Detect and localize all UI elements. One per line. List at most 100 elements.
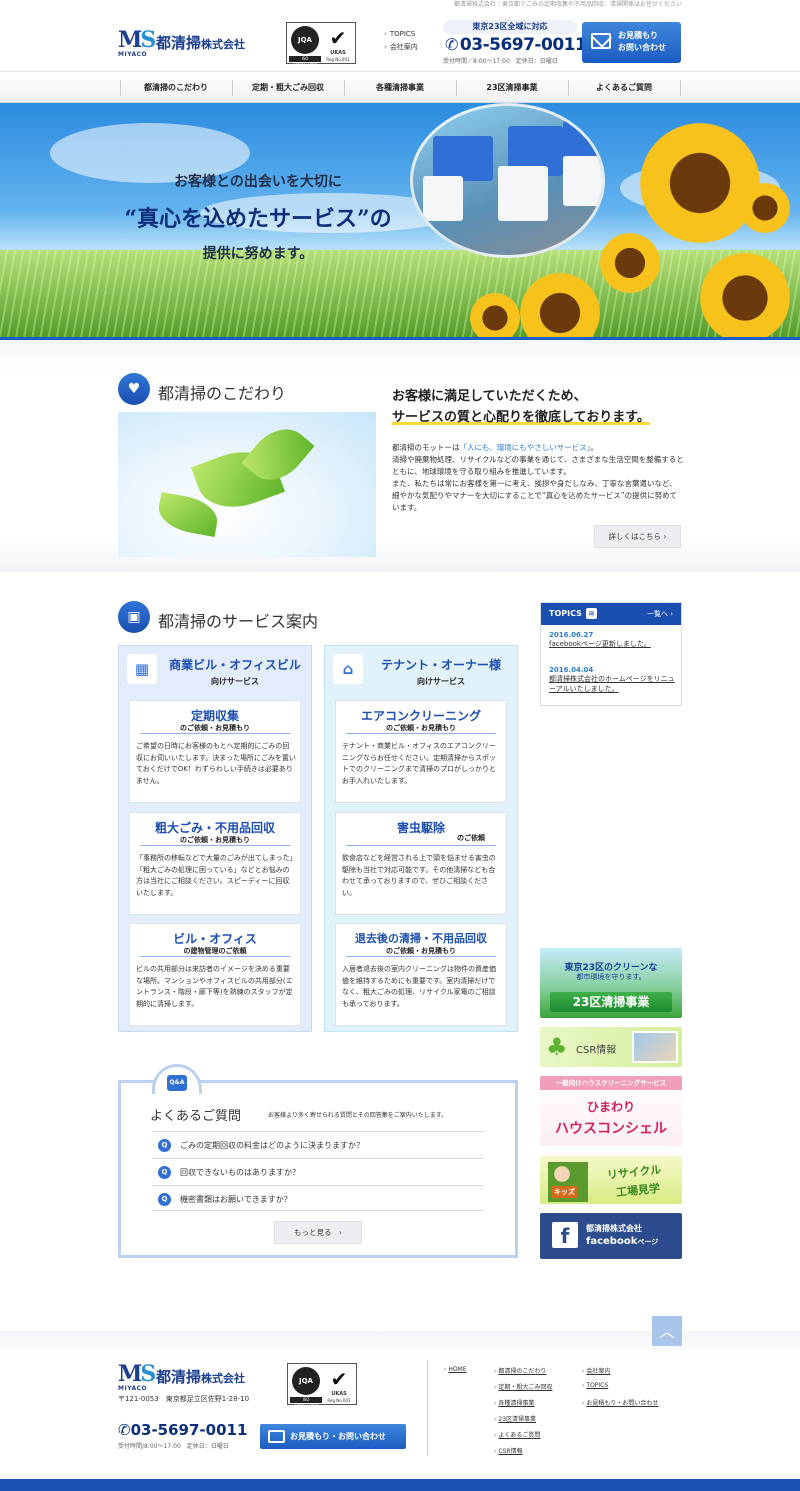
footer-link[interactable]: 23区清掃事業 <box>494 1414 536 1423</box>
q-icon: Q <box>158 1139 171 1152</box>
footer-link[interactable]: TOPICS <box>582 1382 608 1389</box>
banner-csr[interactable]: ♣ CSR情報 <box>540 1027 682 1067</box>
footer-iso-badge: JQA ✔ UKAS ISO 14001:2004 Reg No.003 <box>287 1363 357 1408</box>
clover-icon: ♣ <box>546 1033 568 1061</box>
jqa-seal: JQA <box>291 26 319 54</box>
rss-icon[interactable]: ≋ <box>586 608 597 619</box>
q-icon: Q <box>158 1193 171 1206</box>
hero-line-3: 提供に努めます。 <box>202 246 314 262</box>
faq-item[interactable]: Q 機密書類はお願いできますか？ <box>152 1185 484 1211</box>
footer-address: 〒121-0053 東京都足立区佐野1-28-10 <box>118 1395 250 1403</box>
banner-facebook[interactable]: f 都清掃株式会社 facebookページ <box>540 1213 682 1259</box>
footer-logo[interactable]: MS MIYACO 都清掃株式会社 <box>118 1362 278 1394</box>
leaves-image <box>118 412 376 557</box>
csr-photo <box>632 1031 678 1063</box>
footer-bottom-bar <box>0 1479 800 1491</box>
faq-description: お客様より多く寄せられる質問とその回答集をご案内いたします。 <box>268 1112 448 1119</box>
footer-phone[interactable]: ✆03-5697-0011 <box>118 1421 247 1439</box>
footer-link[interactable]: 会社案内 <box>582 1366 610 1375</box>
footer-link[interactable]: 各種清掃事業 <box>494 1398 534 1407</box>
footer <box>0 1331 800 1479</box>
heart-hand-icon: ♥ <box>118 373 150 405</box>
banner-house-concierge[interactable]: 一般向けハウスクリーニングサービス ひまわり ハウスコンシェル <box>540 1076 682 1146</box>
topic-item[interactable]: 2016.06.27 facebookページ更新しました。 <box>549 631 677 649</box>
faq-more-button[interactable]: もっと見る › <box>274 1221 362 1244</box>
service-card-periodic[interactable]: 定期収集 のご依頼・お見積もり ご希望の日時にお客様のもとへ定期的にごみの回収に… <box>129 700 301 803</box>
header-phone-box: 東京23区全域に対応 ✆ 03-5697-0011 受付時間／8:00～17:00… <box>443 20 587 66</box>
hero-line-1: お客様との出会いを大切に <box>174 174 342 190</box>
hero-banner: お客様との出会いを大切に “真心を込めたサービス”の 提供に努めます。 <box>0 103 800 340</box>
topics-header: TOPICS ≋ 一覧へ › <box>541 603 681 625</box>
service-box-subtitle: 向けサービス <box>211 677 259 686</box>
nav-item-faq[interactable]: よくあるご質問 <box>568 72 680 104</box>
mail-icon <box>268 1430 285 1443</box>
kodawari-more-button[interactable]: 詳しくはこちら › <box>594 525 681 548</box>
company-name: 都清掃株式会社 <box>156 34 246 52</box>
kodawari-title: 都清掃のこだわり <box>158 384 287 403</box>
business-hours: 受付時間／8:00～17:00 定休日：日曜日 <box>443 58 558 65</box>
contact-button[interactable]: お見積もり お問い合わせ <box>582 22 681 63</box>
phone-icon: ✆ <box>445 35 458 54</box>
global-nav: 都清掃のこだわり 定期・粗大ごみ回収 各種清掃事業 23区清掃事業 よくあるご質… <box>0 71 800 103</box>
reg-label: Reg No.003 <box>327 1398 351 1403</box>
header-links: TOPICS 会社案内 <box>384 30 434 56</box>
building-icon: ▦ <box>127 654 157 684</box>
footer-hours: 受付時間/8:00～17:00 定休日：日曜日 <box>118 1443 229 1450</box>
header-link-company[interactable]: 会社案内 <box>384 42 434 52</box>
banner-factory-tour[interactable]: キッズ リサイクル 工場見学 <box>540 1156 682 1204</box>
service-card-aircon[interactable]: エアコンクリーニング のご依頼・お見積もり テナント・商業ビル・オフィスのエアコ… <box>335 700 507 803</box>
service-box-subtitle: 向けサービス <box>417 677 465 686</box>
footer-link[interactable]: 都清掃のこだわり <box>494 1366 546 1375</box>
q-icon: Q <box>158 1166 171 1179</box>
logo-mark: MS <box>118 1361 156 1387</box>
footer-link[interactable]: CSR情報 <box>494 1446 522 1455</box>
footer-link[interactable]: 定期・粗大ごみ回収 <box>494 1382 552 1391</box>
banner-23ku-cleaning[interactable]: 東京23区のクリーンな 都市環境を守ります。 23区清掃事業 <box>540 948 682 1018</box>
service-box-office: ▦ 商業ビル・オフィスビル 向けサービス 定期収集 のご依頼・お見積もり ご希望… <box>118 645 312 1032</box>
services-title: 都清掃のサービス案内 <box>158 612 319 631</box>
service-card-moveout[interactable]: 退去後の清掃・不用品回収 のご依頼・お見積もり 入居者退去後の室内クリーニングは… <box>335 923 507 1026</box>
footer-contact-button[interactable]: お見積もり・お問い合わせ <box>260 1424 406 1449</box>
topics-list-link[interactable]: 一覧へ › <box>647 609 673 619</box>
header-link-topics[interactable]: TOPICS <box>384 30 434 38</box>
kodawari-body: 都清掃のモットーは「人にも、環境にもやさしいサービス」。 清掃や廃棄物処理、リサ… <box>392 443 684 512</box>
nav-item-cleaning[interactable]: 各種清掃事業 <box>344 72 456 104</box>
faq-title: よくあるご質問 <box>150 1109 242 1124</box>
page-top-button[interactable]: ︿ <box>652 1316 682 1346</box>
phone-number[interactable]: ✆ 03-5697-0011 <box>445 35 587 55</box>
footer-link-home[interactable]: HOME <box>444 1366 466 1373</box>
faq-item[interactable]: Q ごみの定期回収の料金はどのように決まりますか？ <box>152 1131 484 1157</box>
logo-mark: MS <box>118 27 156 53</box>
footer-link[interactable]: よくあるご質問 <box>494 1430 540 1439</box>
service-card-bulky[interactable]: 粗大ごみ・不用品回収 のご依頼・お見積もり 「事務所の移転などで大量のごみが出て… <box>129 812 301 915</box>
footer-link[interactable]: お見積もり・お問い合わせ <box>582 1398 658 1407</box>
service-card-pest[interactable]: 害虫駆除 のご依頼 飲食店などを経営される上で頭を悩ませる害虫の駆除も当社で対応… <box>335 812 507 915</box>
nav-item-kodawari[interactable]: 都清掃のこだわり <box>120 72 232 104</box>
ukas-label: UKAS <box>330 50 346 56</box>
hero-line-2: “真心を込めたサービス”の <box>124 206 392 232</box>
checkmark-icon: ✔ <box>329 26 347 50</box>
nav-item-23ku[interactable]: 23区清掃事業 <box>456 72 568 104</box>
kodawari-headline: お客様に満足していただくため、 サービスの質と心配りを徹底しております。 <box>392 389 650 425</box>
service-box-title: 商業ビル・オフィスビル <box>169 658 301 672</box>
phone-icon: ✆ <box>118 1421 131 1439</box>
facebook-icon: f <box>552 1222 578 1248</box>
jqa-seal: JQA <box>292 1367 320 1395</box>
service-card-building[interactable]: ビル・オフィス の建物管理のご依頼 ビルの共用部分は来訪者のイメージを決める重要… <box>129 923 301 1026</box>
topics-title: TOPICS <box>549 609 582 618</box>
topic-item[interactable]: 2016.04.04 都清掃株式会社のホームページをリニューアルいたしました。 <box>549 666 677 694</box>
service-area-badge: 東京23区全域に対応 <box>443 20 577 34</box>
top-note: 都清掃株式会社｜東京都でごみの定期収集や不用品回収、清掃関係はお任せください <box>453 1 682 8</box>
nav-item-collection[interactable]: 定期・粗大ごみ回収 <box>232 72 344 104</box>
checkmark-icon: ✔ <box>330 1367 348 1391</box>
iso-label: ISO 14001:2004 <box>289 56 321 67</box>
company-name: 都清掃株式会社 <box>156 1368 246 1386</box>
faq-tab: Q&A <box>152 1064 202 1094</box>
site-logo[interactable]: MS MIYACO 都清掃株式会社 <box>118 28 278 60</box>
garbage-truck-photo <box>410 103 605 258</box>
truck-icon: ▣ <box>118 601 150 633</box>
topics-panel: TOPICS ≋ 一覧へ › 2016.06.27 facebookページ更新し… <box>540 602 682 706</box>
faq-item[interactable]: Q 回収できないものはありますか？ <box>152 1158 484 1184</box>
iso-label: ISO 14001:2004 <box>290 1397 322 1408</box>
contact-button-label: お見積もり お問い合わせ <box>618 31 666 52</box>
